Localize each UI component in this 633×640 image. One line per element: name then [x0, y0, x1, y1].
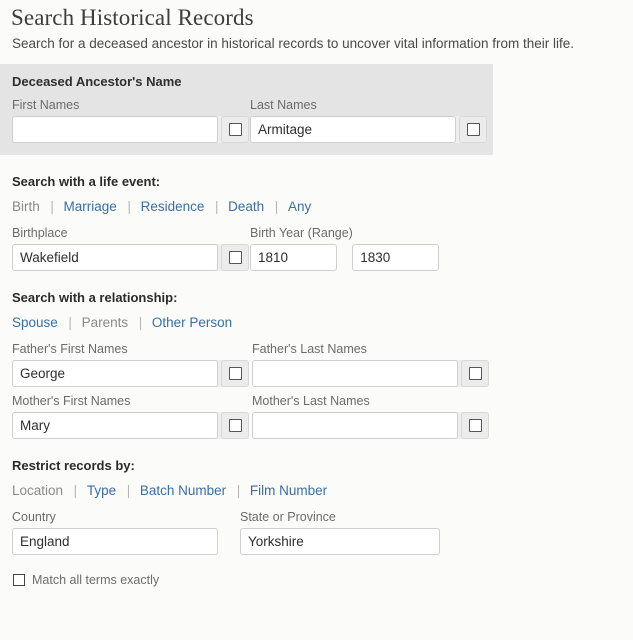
tab-restrict-location[interactable]: Location [12, 483, 63, 498]
section-restrict-records: Restrict records by: Location | Type | B… [0, 457, 633, 555]
field-fathers-last-names: Father's Last Names [252, 341, 492, 387]
tab-restrict-film-number[interactable]: Film Number [250, 483, 327, 498]
state-or-province-input[interactable] [240, 528, 440, 555]
mothers-first-names-exact-checkbox[interactable] [228, 419, 242, 432]
last-names-exact-holder [459, 116, 487, 143]
label-last-names: Last Names [250, 98, 317, 112]
life-event-tabs: Birth | Marriage | Residence | Death | A… [12, 198, 633, 216]
deceased-ancestor-name-panel: Deceased Ancestor's Name First Names Las… [0, 64, 493, 155]
label-mothers-last-names: Mother's Last Names [252, 394, 370, 408]
relationship-tabs: Spouse | Parents | Other Person [12, 314, 633, 332]
fathers-first-names-input[interactable] [12, 360, 218, 387]
section-heading-life-event: Search with a life event: [12, 174, 161, 189]
relationship-row-mother: Mother's First Names Mother's Last Names [12, 393, 633, 439]
tab-separator: | [215, 199, 219, 214]
relationship-fields: Father's First Names Father's Last Names [12, 341, 633, 439]
first-names-input[interactable] [12, 116, 218, 143]
tab-separator: | [68, 315, 72, 330]
field-mothers-last-names: Mother's Last Names [252, 393, 492, 439]
tab-restrict-type[interactable]: Type [87, 483, 116, 498]
match-all-terms-checkbox[interactable] [13, 574, 25, 586]
tab-life-event-birth[interactable]: Birth [12, 199, 40, 214]
ancestor-name-fields: First Names Last Names [0, 91, 493, 143]
tab-relationship-spouse[interactable]: Spouse [12, 315, 58, 330]
country-input[interactable] [12, 528, 218, 555]
tab-separator: | [73, 483, 78, 498]
tab-separator: | [50, 199, 54, 214]
birth-year-to-input[interactable] [352, 244, 440, 271]
label-state-or-province: State or Province [240, 510, 336, 524]
fathers-last-names-input[interactable] [252, 360, 458, 387]
mothers-last-names-exact-checkbox[interactable] [468, 419, 482, 432]
mothers-first-names-exact-holder [221, 412, 249, 439]
fathers-first-names-input-group [12, 360, 249, 387]
first-names-input-group [12, 116, 249, 143]
fathers-last-names-input-group [252, 360, 489, 387]
tab-life-event-marriage[interactable]: Marriage [64, 199, 117, 214]
label-country: Country [12, 510, 56, 524]
tab-separator: | [138, 315, 143, 330]
fathers-last-names-exact-holder [461, 360, 489, 387]
tab-separator: | [274, 199, 279, 214]
mothers-first-names-input-group [12, 412, 249, 439]
mothers-last-names-input-group [252, 412, 489, 439]
search-historical-records-page: Search Historical Records Search for a d… [0, 0, 633, 640]
section-life-event: Search with a life event: Birth | Marria… [0, 173, 633, 271]
birthplace-exact-holder [221, 244, 249, 271]
tab-relationship-other-person[interactable]: Other Person [152, 315, 232, 330]
tab-restrict-batch-number[interactable]: Batch Number [140, 483, 226, 498]
field-country: Country [12, 509, 240, 555]
restrict-fields: Country State or Province [12, 509, 633, 555]
match-all-terms-row[interactable]: Match all terms exactly [0, 573, 633, 587]
birthplace-exact-checkbox[interactable] [228, 251, 242, 264]
label-mothers-first-names: Mother's First Names [12, 394, 131, 408]
tab-life-event-residence[interactable]: Residence [141, 199, 205, 214]
label-fathers-last-names: Father's Last Names [252, 342, 367, 356]
birth-year-from-input[interactable] [250, 244, 337, 271]
tab-relationship-parents[interactable]: Parents [82, 315, 129, 330]
field-state-or-province: State or Province [240, 509, 480, 555]
field-last-names: Last Names [250, 97, 488, 143]
tab-life-event-any[interactable]: Any [288, 199, 311, 214]
fathers-first-names-exact-holder [221, 360, 249, 387]
page-title: Search Historical Records [11, 5, 254, 30]
last-names-input-group [250, 116, 487, 143]
match-all-terms-label: Match all terms exactly [32, 573, 160, 587]
mothers-first-names-input[interactable] [12, 412, 218, 439]
restrict-tabs: Location | Type | Batch Number | Film Nu… [12, 482, 633, 500]
section-heading-relationship: Search with a relationship: [12, 290, 178, 305]
first-names-exact-checkbox[interactable] [228, 123, 242, 136]
mothers-last-names-exact-holder [461, 412, 489, 439]
label-first-names: First Names [12, 98, 80, 112]
life-event-fields: Birthplace Birth Year (Range) [12, 225, 633, 271]
birthplace-input-group [12, 244, 249, 271]
panel-heading-ancestor-name: Deceased Ancestor's Name [12, 74, 182, 89]
section-relationship: Search with a relationship: Spouse | Par… [0, 289, 633, 439]
fathers-last-names-exact-checkbox[interactable] [468, 367, 482, 380]
mothers-last-names-input[interactable] [252, 412, 458, 439]
first-names-exact-holder [221, 116, 249, 143]
section-heading-restrict: Restrict records by: [12, 458, 135, 473]
page-subtitle: Search for a deceased ancestor in histor… [12, 36, 575, 51]
field-birthplace: Birthplace [12, 225, 250, 271]
label-fathers-first-names: Father's First Names [12, 342, 128, 356]
birth-year-inputs [250, 244, 500, 271]
field-mothers-first-names: Mother's First Names [12, 393, 252, 439]
field-first-names: First Names [12, 97, 250, 143]
tab-separator: | [236, 483, 241, 498]
tab-life-event-death[interactable]: Death [228, 199, 264, 214]
relationship-row-father: Father's First Names Father's Last Names [12, 341, 633, 387]
last-names-input[interactable] [250, 116, 456, 143]
tab-separator: | [127, 199, 131, 214]
label-birthplace: Birthplace [12, 226, 68, 240]
label-birth-year-range: Birth Year (Range) [250, 226, 353, 240]
birthplace-input[interactable] [12, 244, 218, 271]
fathers-first-names-exact-checkbox[interactable] [228, 367, 242, 380]
last-names-exact-checkbox[interactable] [466, 123, 480, 136]
tab-separator: | [126, 483, 131, 498]
field-fathers-first-names: Father's First Names [12, 341, 252, 387]
field-birth-year-range: Birth Year (Range) [250, 225, 500, 271]
